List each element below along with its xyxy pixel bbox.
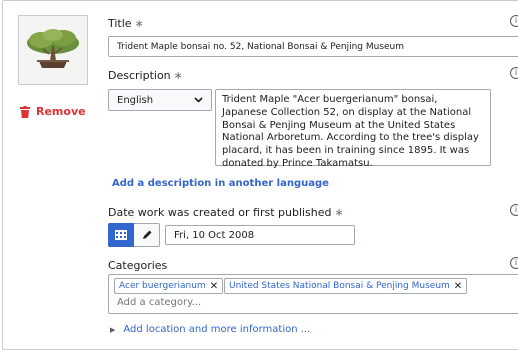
calendar-icon (115, 230, 127, 240)
file-thumbnail (18, 15, 88, 85)
caret-right-icon: ▶ (110, 325, 116, 334)
title-label: Title ∗ (108, 17, 144, 30)
title-input[interactable]: Trident Maple bonsai no. 52, National Bo… (108, 36, 518, 57)
add-description-language-link[interactable]: Add a description in another language (112, 178, 329, 189)
categories-label: Categories (108, 259, 168, 272)
category-chip[interactable]: United States National Bonsai & Penjing … (224, 278, 468, 294)
bonsai-image (19, 16, 87, 84)
category-chip[interactable]: Acer buergerianum ✕ (114, 278, 224, 294)
close-icon[interactable]: ✕ (210, 281, 218, 292)
remove-file-button[interactable]: Remove (20, 105, 86, 118)
text-mode-button[interactable] (134, 223, 160, 247)
info-icon[interactable]: i (510, 15, 518, 27)
required-mark: ∗ (334, 206, 344, 219)
remove-label: Remove (36, 105, 86, 118)
close-icon[interactable]: ✕ (454, 281, 462, 292)
info-icon[interactable]: i (510, 204, 518, 216)
description-language-select[interactable]: English (108, 89, 212, 111)
date-input[interactable]: Fri, 10 Oct 2008 (165, 225, 355, 245)
required-mark: ∗ (134, 17, 144, 30)
required-mark: ∗ (173, 69, 183, 82)
date-mode-toggle (108, 223, 160, 247)
chevron-down-icon (194, 97, 203, 103)
category-placeholder: Add a category... (117, 297, 202, 308)
calendar-mode-button[interactable] (108, 223, 134, 247)
trash-icon (20, 105, 30, 118)
description-textarea[interactable]: Trident Maple "Acer buergerianum" bonsai… (215, 89, 491, 169)
description-label: Description ∗ (108, 69, 183, 82)
info-icon[interactable]: i (510, 257, 518, 269)
date-label: Date work was created or first published… (108, 206, 344, 219)
add-location-toggle[interactable]: ▶ Add location and more information ... (110, 324, 310, 335)
pencil-icon (142, 230, 151, 239)
info-icon[interactable]: i (510, 67, 518, 79)
